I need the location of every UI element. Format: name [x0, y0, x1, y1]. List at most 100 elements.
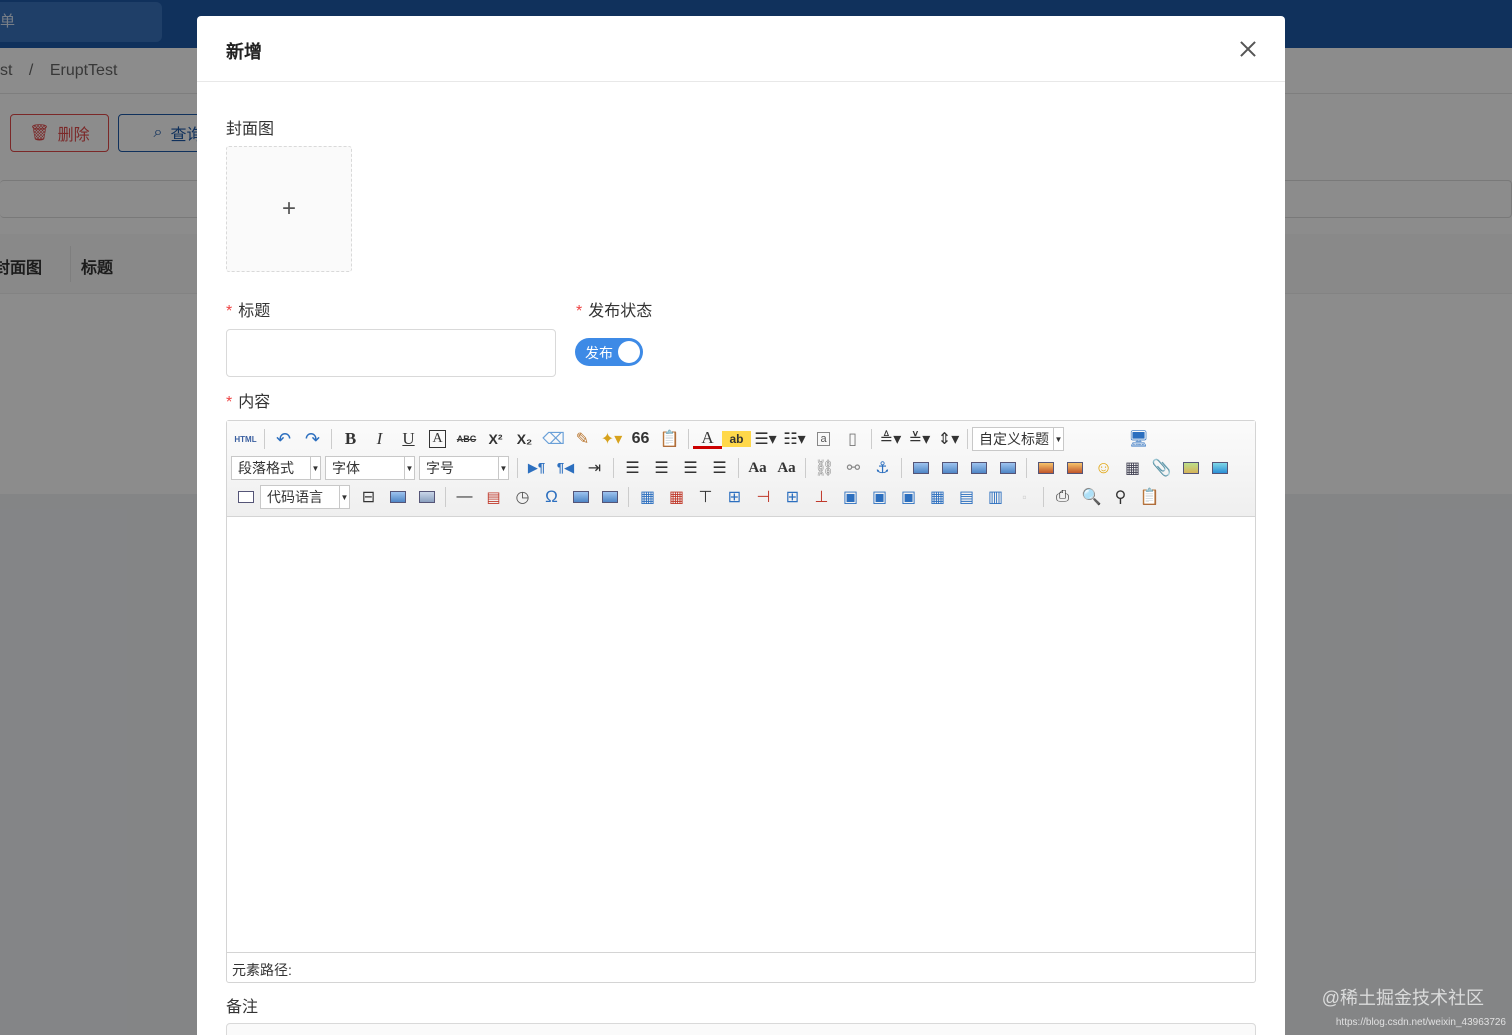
ordered-list-icon[interactable]: ☰▾ [751, 426, 780, 452]
rtl-direction-icon[interactable]: ¶◀ [551, 455, 580, 481]
dialog-title: 新增 [226, 42, 262, 62]
toolbar-row-2: 段落格式 ▼ 字体 ▼ 字号 ▼ ▶¶ ¶◀ ⇥ ☰ ☰ ☰ ☰ Aa Aa ⛓… [231, 454, 1234, 482]
merge-cells-icon[interactable]: ▣ [836, 484, 865, 510]
uppercase-icon[interactable]: Aa [743, 455, 772, 481]
merge-down-icon[interactable]: ▣ [894, 484, 923, 510]
indent-icon[interactable]: ⇥ [580, 455, 609, 481]
font-size-select[interactable]: 字号 ▼ [419, 456, 509, 480]
paste-plain-icon[interactable]: 📋 [655, 426, 684, 452]
insert-col-icon[interactable]: ⊞ [778, 484, 807, 510]
font-border-icon[interactable]: A [423, 426, 452, 452]
time-icon[interactable]: ◷ [508, 484, 537, 510]
delete-table-icon[interactable]: ▦ [662, 484, 691, 510]
underline-icon[interactable]: U [394, 426, 423, 452]
clear-doc-icon[interactable]: ▯ [838, 426, 867, 452]
row-spacing-bottom-icon[interactable]: ≚▾ [905, 426, 934, 452]
emotion-icon[interactable]: ☺ [1089, 455, 1118, 481]
ltr-direction-icon[interactable]: ▶¶ [522, 455, 551, 481]
chevron-down-icon: ▼ [339, 486, 349, 508]
font-color-icon[interactable]: A [693, 428, 722, 449]
page-break-icon[interactable]: ⊟ [354, 484, 383, 510]
eraser-icon[interactable]: ⌫ [539, 426, 568, 452]
row-spacing-top-icon[interactable]: ≜▾ [876, 426, 905, 452]
link-icon[interactable]: ⛓ [810, 455, 839, 481]
redo-icon[interactable]: ↷ [298, 426, 327, 452]
unordered-list-icon[interactable]: ☷▾ [780, 426, 809, 452]
google-map-icon[interactable] [1205, 455, 1234, 481]
html-source-icon[interactable]: HTML [231, 426, 260, 452]
custom-title-select[interactable]: 自定义标题 ▼ [972, 427, 1064, 451]
toggle-knob [618, 341, 640, 363]
superscript-icon[interactable]: X² [481, 426, 510, 452]
anchor-icon[interactable]: ⚓ [868, 455, 897, 481]
status-label: * 发布状态 [576, 303, 653, 320]
rich-text-editor: HTML ↶ ↷ B I U A ABC X² X₂ ⌫ ✎ ✦▾ 66 📋 A… [226, 420, 1256, 983]
auto-format-icon[interactable]: ✦▾ [597, 426, 626, 452]
insert-row-icon[interactable]: ⊞ [720, 484, 749, 510]
horizontal-rule-icon[interactable]: — [450, 484, 479, 510]
image-left-icon[interactable] [935, 455, 964, 481]
chevron-down-icon: ▼ [404, 457, 414, 479]
align-left-icon[interactable]: ☰ [618, 455, 647, 481]
publish-status-toggle[interactable]: 发布 [575, 338, 643, 366]
strikethrough-icon[interactable]: ABC [452, 426, 481, 452]
bold-icon[interactable]: B [336, 426, 365, 452]
insert-video-icon[interactable]: ▦ [1118, 455, 1147, 481]
paragraph-select[interactable]: 段落格式 ▼ [231, 456, 321, 480]
unlink-icon[interactable]: ⚯ [839, 455, 868, 481]
cover-upload-button[interactable]: + [226, 146, 352, 272]
special-chars-icon[interactable]: Ω [537, 484, 566, 510]
line-height-icon[interactable]: ⇕▾ [934, 426, 963, 452]
date-icon[interactable]: ▤ [479, 484, 508, 510]
print-icon[interactable]: ⎙ [1048, 484, 1077, 510]
code-language-select[interactable]: 代码语言 ▼ [260, 485, 350, 509]
blockquote-icon[interactable]: 66 [626, 426, 655, 452]
merge-right-icon[interactable]: ▣ [865, 484, 894, 510]
fullscreen-icon[interactable]: 🖥 [1124, 426, 1153, 452]
content-label: * 内容 [226, 394, 271, 411]
italic-icon[interactable]: I [365, 426, 394, 452]
toolbar-separator [445, 487, 446, 507]
map-icon[interactable] [1176, 455, 1205, 481]
image-none-icon[interactable] [906, 455, 935, 481]
remark-label: 备注 [226, 999, 259, 1016]
attachment-icon[interactable]: 📎 [1147, 455, 1176, 481]
split-to-cells-icon[interactable]: ▦ [923, 484, 952, 510]
align-center-icon[interactable]: ☰ [647, 455, 676, 481]
search-replace-icon[interactable]: ⚲ [1106, 484, 1135, 510]
format-brush-icon[interactable]: ✎ [568, 426, 597, 452]
image-right-icon[interactable] [964, 455, 993, 481]
insert-image-icon[interactable] [1060, 455, 1089, 481]
drafts-icon[interactable]: 📋 [1135, 484, 1164, 510]
subscript-icon[interactable]: X₂ [510, 426, 539, 452]
insert-frame-icon[interactable] [231, 484, 260, 510]
insert-paragraph-before-table-icon[interactable]: ⊤ [691, 484, 720, 510]
close-icon[interactable] [1235, 36, 1261, 62]
row-spacing-icon[interactable]: a [809, 426, 838, 452]
delete-col-icon[interactable]: ⊥ [807, 484, 836, 510]
template-icon[interactable] [412, 484, 441, 510]
toolbar-separator [628, 487, 629, 507]
charts-icon[interactable]: ▫ [1010, 484, 1039, 510]
undo-icon[interactable]: ↶ [269, 426, 298, 452]
title-input[interactable] [226, 329, 556, 377]
simple-upload-icon[interactable] [1031, 455, 1060, 481]
remark-input[interactable] [226, 1023, 1256, 1035]
highlight-color-icon[interactable]: ab [722, 431, 751, 447]
split-to-rows-icon[interactable]: ▤ [952, 484, 981, 510]
lowercase-icon[interactable]: Aa [772, 455, 801, 481]
background-icon[interactable] [383, 484, 412, 510]
align-right-icon[interactable]: ☰ [676, 455, 705, 481]
font-family-select[interactable]: 字体 ▼ [325, 456, 415, 480]
chevron-down-icon: ▼ [310, 457, 320, 479]
insert-table-icon[interactable]: ▦ [633, 484, 662, 510]
required-mark: * [576, 303, 583, 320]
align-justify-icon[interactable]: ☰ [705, 455, 734, 481]
image-center-icon[interactable] [993, 455, 1022, 481]
scrawl-icon[interactable] [595, 484, 624, 510]
split-to-cols-icon[interactable]: ▥ [981, 484, 1010, 510]
wordimage-icon[interactable] [566, 484, 595, 510]
editor-content-area[interactable] [227, 517, 1255, 952]
delete-row-icon[interactable]: ⊣ [749, 484, 778, 510]
preview-icon[interactable]: 🔍 [1077, 484, 1106, 510]
